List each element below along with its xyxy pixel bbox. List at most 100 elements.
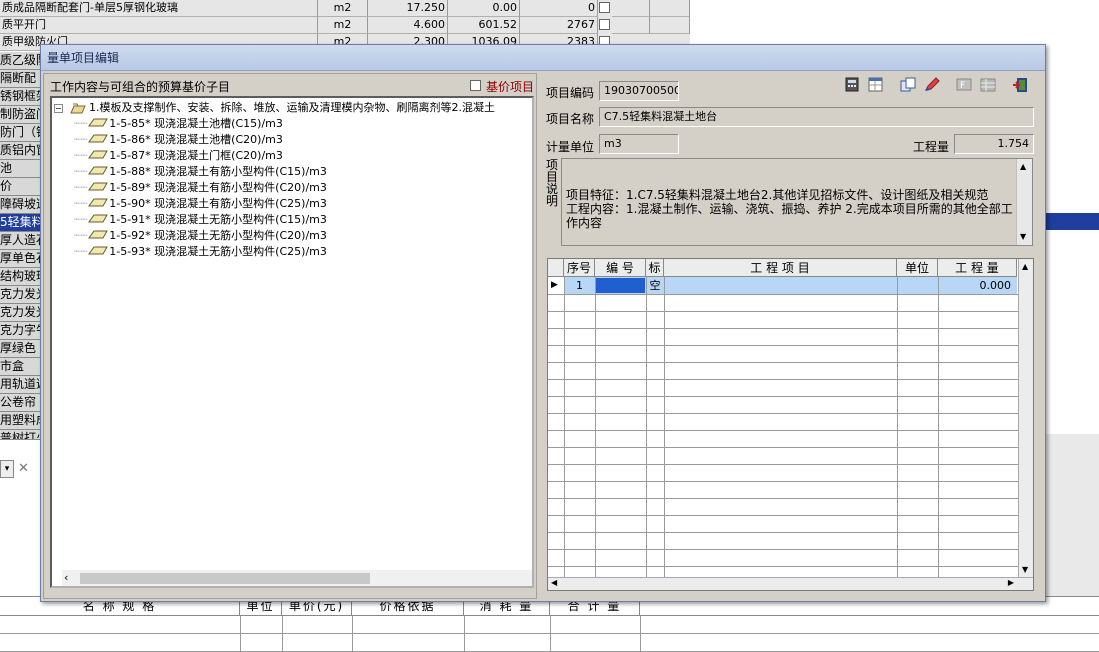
col-header-unit[interactable]: 单位	[897, 259, 938, 277]
code-field[interactable]: 190307005001	[599, 81, 679, 101]
name-field[interactable]: C7.5轻集料混凝土地台	[599, 107, 1034, 127]
list-item[interactable]: 价	[0, 178, 42, 196]
copy-icon[interactable]	[899, 77, 916, 94]
list-item[interactable]: 质乙级防	[0, 52, 42, 70]
tree-item-icon	[87, 181, 109, 194]
col-header-flag[interactable]: 标	[646, 259, 664, 277]
tree-item[interactable]: ┈┈ 1-5-87* 现浇混凝土门框(C20)/m3	[74, 148, 283, 164]
cell-code[interactable]	[596, 278, 645, 293]
list-item[interactable]: 用塑料成	[0, 412, 42, 430]
list-item[interactable]: 制防盗门	[0, 106, 42, 124]
list-item[interactable]: 厚绿色	[0, 340, 42, 358]
tree-item-label: 1-5-88* 现浇混凝土有筋小型构件(C15)/m3	[109, 165, 327, 178]
grid-icon[interactable]	[979, 77, 996, 94]
tree-item-label: 1-5-93* 现浇混凝土无筋小型构件(C25)/m3	[109, 245, 327, 258]
col-header-seq[interactable]: 序号	[564, 259, 595, 277]
grid-horizontal-scrollbar[interactable]: ◀ ▶	[548, 577, 1033, 590]
work-items-grid[interactable]: 序号 编 号 标 工 程 项 目 单位 工 程 量 ▶ 1 空 0.000 ▲ …	[547, 258, 1034, 591]
tree-item[interactable]: ┈┈ 1-5-91* 现浇混凝土无筋小型构件(C15)/m3	[74, 212, 327, 228]
tree-item-label: 1-5-85* 现浇混凝土池槽(C15)/m3	[109, 117, 283, 130]
tree-view[interactable]: − 1.模板及支撑制作、安装、拆除、堆放、运输及清理模内杂物、刷隔离剂等2.混凝…	[50, 96, 534, 588]
tree-item[interactable]: ┈┈ 1-5-92* 现浇混凝土无筋小型构件(C20)/m3	[74, 228, 327, 244]
scroll-left-icon[interactable]: ‹	[64, 570, 68, 586]
unit-field[interactable]: m3	[599, 134, 679, 154]
list-item[interactable]: 厚单色石	[0, 250, 42, 268]
row-total: 2767	[520, 17, 598, 34]
cell-item[interactable]	[664, 277, 897, 294]
tree-connector: ┈┈	[74, 165, 88, 178]
base-price-checkbox-label[interactable]: 基价项目	[486, 78, 534, 95]
tree-item[interactable]: ┈┈ 1-5-90* 现浇混凝土有筋小型构件(C25)/m3	[74, 196, 327, 212]
grid-col-line	[897, 277, 898, 577]
description-text: 项目特征：1.C7.5轻集料混凝土地台2.其他详见招标文件、设计图纸及相关规范 …	[566, 188, 1013, 230]
tree-item[interactable]: ┈┈ 1-5-89* 现浇混凝土有筋小型构件(C20)/m3	[74, 180, 327, 196]
tree-item-icon	[87, 133, 109, 146]
tree-item[interactable]: ┈┈ 1-5-85* 现浇混凝土池槽(C15)/m3	[74, 116, 283, 132]
row-name: 质平开门	[0, 17, 318, 34]
row-price: 0.00	[448, 0, 520, 17]
name-label: 项目名称	[546, 112, 595, 126]
list-item[interactable]: 锈钢框架	[0, 88, 42, 106]
delete-doc-icon[interactable]: ✕	[18, 460, 36, 478]
collapse-icon[interactable]: −	[54, 103, 63, 113]
scroll-up-icon[interactable]: ▲	[1022, 262, 1028, 271]
list-item[interactable]: 克力字牛	[0, 322, 42, 340]
list-item[interactable]: 池	[0, 160, 42, 178]
horizontal-scrollbar[interactable]: ‹ ›	[62, 570, 533, 586]
calculator-icon[interactable]	[843, 77, 860, 94]
tree-item[interactable]: ┈┈ 1-5-88* 现浇混凝土有筋小型构件(C15)/m3	[74, 164, 327, 180]
list-item[interactable]: 市盒	[0, 358, 42, 376]
scroll-down-icon[interactable]: ▼	[1022, 565, 1028, 574]
tree-connector: ┈┈	[74, 149, 88, 162]
scroll-up-icon[interactable]: ▲	[1020, 160, 1026, 174]
qty-label: 工程量	[913, 140, 950, 154]
svg-text:F: F	[960, 81, 965, 91]
list-item[interactable]: 质铝内窗	[0, 142, 42, 160]
scroll-left-icon[interactable]: ◀	[551, 578, 557, 587]
row-checkbox[interactable]	[599, 19, 610, 30]
grid-vertical-scrollbar[interactable]: ▲ ▼	[1018, 259, 1033, 577]
table-row[interactable]: 质成品隔断配套门-单层5厚钢化玻璃 m2 17.250 0.00 0	[0, 0, 690, 17]
list-item[interactable]: 克力发光	[0, 286, 42, 304]
cell-unit[interactable]	[897, 277, 938, 294]
scroll-right-icon[interactable]: ▶	[1008, 578, 1014, 587]
vertical-scrollbar[interactable]: ▲ ▼	[1016, 159, 1032, 245]
qty-field[interactable]: 1.754	[954, 134, 1034, 154]
tree-connector: ┈┈	[74, 245, 88, 258]
list-item-selected[interactable]: 5轻集料	[0, 214, 42, 232]
list-item[interactable]: 公卷帘	[0, 394, 42, 412]
table-icon[interactable]	[867, 77, 884, 94]
description-textarea[interactable]: 项目特征：1.C7.5轻集料混凝土地台2.其他详见招标文件、设计图纸及相关规范 …	[561, 158, 1033, 246]
list-item[interactable]: 厚人造石	[0, 232, 42, 250]
tree-item-label: 1-5-92* 现浇混凝土无筋小型构件(C20)/m3	[109, 229, 327, 242]
scroll-down-icon[interactable]: ▼	[1020, 230, 1026, 244]
tree-item[interactable]: ┈┈ 1-5-93* 现浇混凝土无筋小型构件(C25)/m3	[74, 244, 327, 260]
list-item[interactable]: 障碍坡道	[0, 196, 42, 214]
cell-qty[interactable]: 0.000	[938, 277, 1015, 294]
list-item[interactable]: 结构玻璃	[0, 268, 42, 286]
list-item[interactable]: 用轨道遮	[0, 376, 42, 394]
list-item[interactable]: 克力发光	[0, 304, 42, 322]
list-item[interactable]: 防门（铝	[0, 124, 42, 142]
cell-seq[interactable]: 1	[564, 277, 595, 294]
col-header-code[interactable]: 编 号	[595, 259, 646, 277]
scroll-thumb[interactable]	[80, 573, 370, 584]
scroll-right-icon[interactable]: ›	[532, 570, 533, 586]
grid-row-line	[548, 328, 1018, 329]
list-item[interactable]: 普树打火	[0, 430, 42, 440]
tree-item[interactable]: ┈┈ 1-5-86* 现浇混凝土池槽(C20)/m3	[74, 132, 283, 148]
tree-root[interactable]: − 1.模板及支撑制作、安装、拆除、堆放、运输及清理模内杂物、刷隔离剂等2.混凝…	[54, 100, 495, 116]
col-header-item[interactable]: 工 程 项 目	[664, 259, 897, 277]
row-checkbox[interactable]	[599, 2, 610, 13]
unit-label: 计量单位	[546, 140, 595, 154]
table-row[interactable]: 质平开门 m2 4.600 601.52 2767	[0, 17, 690, 34]
cell-flag[interactable]: 空	[646, 277, 664, 294]
formula-icon[interactable]: F	[955, 77, 972, 94]
dropdown-icon[interactable]: ▾	[0, 460, 14, 478]
base-price-checkbox[interactable]	[470, 80, 481, 91]
exit-icon[interactable]	[1011, 77, 1028, 94]
list-item[interactable]: 隔断配	[0, 70, 42, 88]
edit-icon[interactable]	[923, 77, 940, 94]
col-header-qty[interactable]: 工 程 量	[938, 259, 1017, 277]
dialog-title[interactable]: 量单项目编辑	[41, 45, 1045, 71]
